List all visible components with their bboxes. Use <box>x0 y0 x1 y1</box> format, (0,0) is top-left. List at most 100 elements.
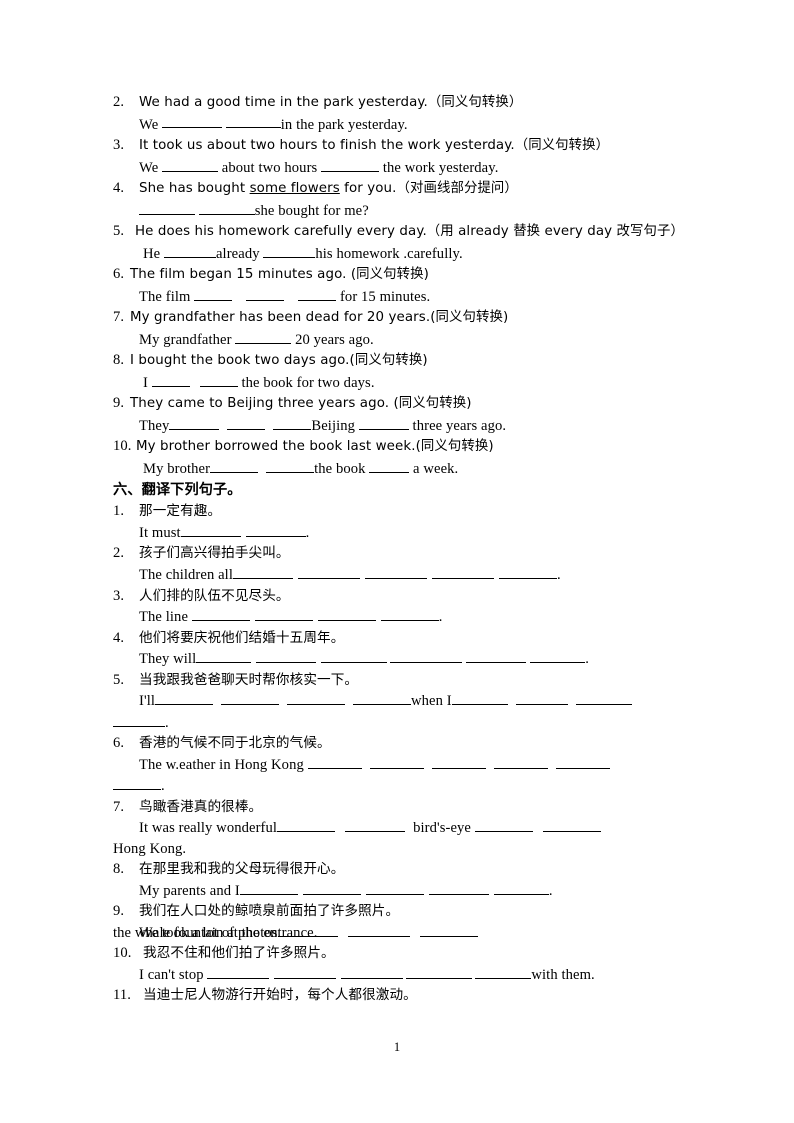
answer-blank[interactable] <box>530 648 586 664</box>
question-number: 8. <box>113 352 125 369</box>
answer-blank[interactable] <box>225 114 281 129</box>
answer-blank[interactable] <box>555 754 610 769</box>
answer-blank[interactable] <box>317 606 376 621</box>
answer-blank[interactable] <box>245 522 306 537</box>
chinese-sentence: 那一定有趣。 <box>139 503 222 520</box>
answer-blank[interactable] <box>380 606 439 621</box>
answer-blank[interactable] <box>369 754 424 769</box>
answer-line: I'll when I <box>113 690 683 711</box>
answer-suffix: in the park yesterday. <box>280 116 408 133</box>
answer-blank[interactable] <box>321 648 388 664</box>
answer-blank[interactable] <box>353 690 411 706</box>
answer-blank[interactable] <box>163 243 216 258</box>
answer-blank[interactable] <box>298 564 360 579</box>
answer-blank[interactable] <box>431 754 486 769</box>
question-number: 5. <box>113 671 125 688</box>
answer-blank[interactable] <box>493 754 548 769</box>
answer-blank[interactable] <box>180 522 241 537</box>
question-prompt: 10. My brother borrowed the book last we… <box>113 436 683 458</box>
answer-blank[interactable] <box>287 690 345 706</box>
question-number: 2. <box>113 545 125 562</box>
answer-blank[interactable] <box>428 880 489 895</box>
answer-blank[interactable] <box>274 964 337 979</box>
question-number: 3. <box>113 137 125 154</box>
answer-blank[interactable] <box>542 817 601 833</box>
answer-blank[interactable] <box>246 286 285 301</box>
answer-blank[interactable] <box>298 286 337 301</box>
answer-blank[interactable] <box>169 415 220 430</box>
translate-prompt: 9. 我们在人口处的鲸喷泉前面拍了许多照片。 <box>113 901 683 922</box>
answer-blank[interactable] <box>239 880 298 895</box>
chinese-sentence: 香港的气候不同于北京的气候。 <box>139 735 331 752</box>
answer-blank[interactable] <box>347 922 410 937</box>
answer-blank[interactable] <box>277 817 336 833</box>
question-text: The film began 15 minutes ago. (同义句转换) <box>130 267 429 283</box>
answer-blank[interactable] <box>358 415 409 430</box>
answer-suffix: . <box>165 714 169 731</box>
answer-blank[interactable] <box>196 648 252 664</box>
question-prompt: 7. My grandfather has been dead for 20 y… <box>113 307 683 329</box>
answer-blank[interactable] <box>475 964 532 979</box>
answer-prefix: We <box>139 116 163 133</box>
answer-blank[interactable] <box>451 690 508 706</box>
answer-blank[interactable] <box>207 964 270 979</box>
answer-blank[interactable] <box>369 458 410 473</box>
answer-blank[interactable] <box>210 458 259 473</box>
answer-blank[interactable] <box>345 817 406 833</box>
answer-blank[interactable] <box>162 114 223 129</box>
question-number: 9. <box>113 903 125 920</box>
answer-blank[interactable] <box>194 286 233 301</box>
answer-blank[interactable] <box>254 606 313 621</box>
answer-blank[interactable] <box>273 415 312 430</box>
answer-blank[interactable] <box>575 690 632 706</box>
answer-blank[interactable] <box>235 329 292 344</box>
question-text: It took us about two hours to finish the… <box>139 138 610 154</box>
answer-blank[interactable] <box>390 648 463 664</box>
answer-blank[interactable] <box>406 964 473 979</box>
answer-middle: when I <box>411 693 452 710</box>
answer-line: My parents and I. <box>113 880 683 901</box>
answer-blank[interactable] <box>263 243 316 258</box>
answer-blank[interactable] <box>419 922 478 937</box>
answer-blank[interactable] <box>266 458 315 473</box>
answer-blank[interactable] <box>191 606 250 621</box>
answer-prefix: It must <box>139 524 181 541</box>
answer-blank[interactable] <box>113 775 161 791</box>
answer-blank[interactable] <box>432 564 494 579</box>
question-number: 7. <box>113 309 125 326</box>
answer-blank[interactable] <box>151 372 190 387</box>
answer-blank[interactable] <box>221 690 279 706</box>
answer-blank[interactable] <box>493 880 549 895</box>
answer-blank[interactable] <box>321 157 380 172</box>
question-number: 6. <box>113 266 125 283</box>
answer-line: The film for 15 minutes. <box>113 286 683 307</box>
answer-blank[interactable] <box>499 564 557 579</box>
answer-blank[interactable] <box>256 648 317 664</box>
answer-blank[interactable] <box>365 880 424 895</box>
answer-blank[interactable] <box>341 964 404 979</box>
translate-prompt: 2. 孩子们高兴得拍手尖叫。 <box>113 543 683 564</box>
question-number: 5. <box>113 223 125 240</box>
answer-suffix: the work yesterday. <box>379 159 499 176</box>
answer-blank[interactable] <box>233 564 293 579</box>
question-prompt: 5. He does his homework carefully every … <box>113 221 684 243</box>
answer-blank[interactable] <box>113 712 165 727</box>
answer-blank[interactable] <box>199 372 238 387</box>
answer-middle: already <box>215 245 264 262</box>
answer-suffix: three years ago. <box>408 417 507 434</box>
answer-blank[interactable] <box>307 754 362 769</box>
answer-prefix: I can't stop <box>139 966 208 983</box>
answer-blank[interactable] <box>365 564 427 579</box>
answer-blank[interactable] <box>198 200 255 215</box>
answer-blank[interactable] <box>227 415 266 430</box>
answer-blank[interactable] <box>162 157 219 172</box>
answer-blank[interactable] <box>466 648 527 664</box>
answer-prefix: They <box>139 417 170 434</box>
answer-prefix: They will <box>139 651 197 668</box>
answer-blank[interactable] <box>302 880 361 895</box>
answer-blank[interactable] <box>474 817 533 833</box>
answer-blank[interactable] <box>515 690 568 706</box>
answer-line: The children all. <box>113 564 683 585</box>
answer-blank[interactable] <box>139 200 195 215</box>
answer-blank[interactable] <box>155 690 213 706</box>
